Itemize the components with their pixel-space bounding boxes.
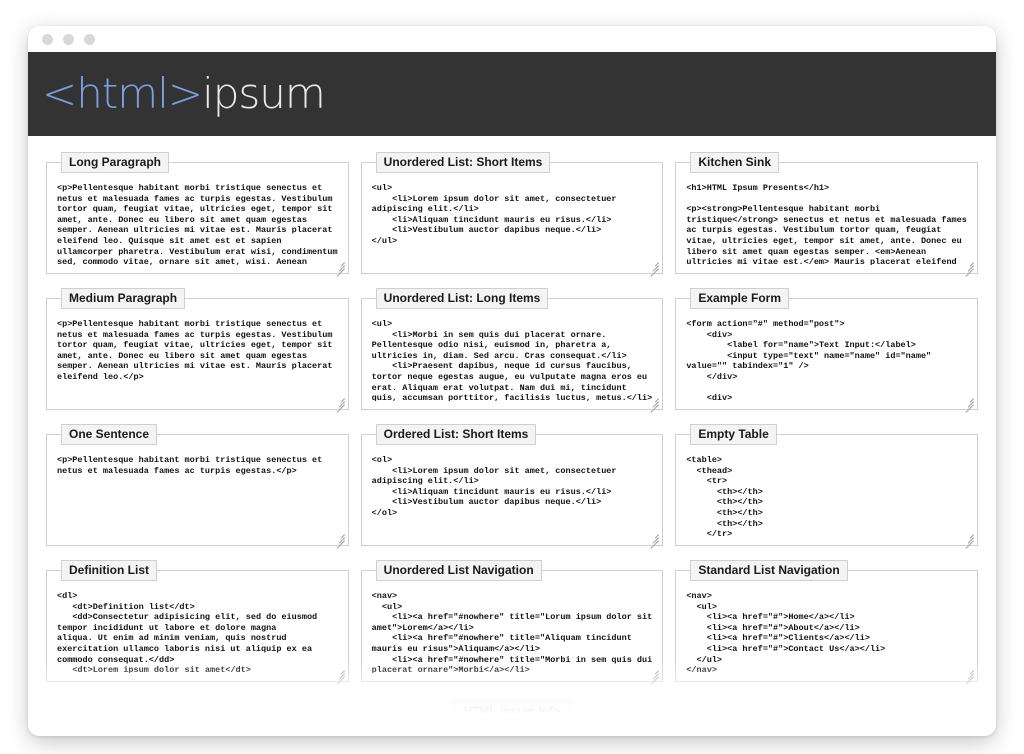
code-textarea[interactable]: <h1>HTML Ipsum Presents</h1> <p><strong>…	[684, 179, 969, 265]
panel-cell: Example Form <form action="#" method="po…	[669, 288, 984, 424]
logo-word-text: ipsum	[202, 69, 326, 118]
resize-grip-icon[interactable]	[648, 667, 660, 685]
resize-grip-icon[interactable]	[648, 395, 660, 413]
panel-cell: Long Paragraph <p>Pellentesque habitant …	[40, 152, 355, 288]
panel-cell-footer: HTML Ipsum Info	[40, 696, 984, 736]
panel-legend: Unordered List: Short Items	[375, 152, 551, 173]
close-dot-icon[interactable]	[42, 33, 53, 45]
code-textarea[interactable]: <ol> <li>Lorem ipsum dolor sit amet, con…	[369, 451, 655, 537]
code-textarea[interactable]: <ul> <li>Morbi in sem quis dui placerat …	[369, 315, 655, 401]
code-textarea[interactable]: <p>Pellentesque habitant morbi tristique…	[55, 451, 340, 537]
panel-kitchen-sink: Kitchen Sink <h1>HTML Ipsum Presents</h1…	[675, 152, 978, 277]
minimize-dot-icon[interactable]	[63, 33, 74, 45]
panel-legend: Empty Table	[690, 424, 777, 445]
panel-long-paragraph: Long Paragraph <p>Pellentesque habitant …	[46, 152, 349, 277]
panel-legend: Standard List Navigation	[690, 560, 848, 581]
logo-bracket-text: <html>	[42, 69, 203, 118]
panel-legend: Ordered List: Short Items	[375, 424, 537, 445]
panel-example-form: Example Form <form action="#" method="po…	[675, 288, 978, 413]
panel-unordered-list-long-items: Unordered List: Long Items <ul> <li>Morb…	[360, 288, 664, 413]
code-textarea[interactable]: <ul> <li>Lorem ipsum dolor sit amet, con…	[369, 179, 655, 265]
code-textarea[interactable]: <p>Pellentesque habitant morbi tristique…	[55, 315, 340, 401]
panel-cell: Empty Table <table> <thead> <tr> <th></t…	[669, 424, 984, 560]
code-textarea[interactable]: <nav> <ul> <li><a href="#nowhere" title=…	[369, 587, 655, 673]
panel-legend: One Sentence	[61, 424, 158, 445]
panel-cell: One Sentence <p>Pellentesque habitant mo…	[40, 424, 355, 560]
code-textarea[interactable]: <form action="#" method="post"> <div> <l…	[684, 315, 969, 401]
resize-grip-icon[interactable]	[963, 667, 974, 685]
panel-legend: Example Form	[690, 288, 790, 309]
panel-cell: Unordered List: Short Items <ul> <li>Lor…	[355, 152, 670, 288]
panel-html-ipsum-info: HTML Ipsum Info	[452, 700, 572, 723]
browser-window: <html>ipsum Long Paragraph <p>Pellentesq…	[28, 26, 996, 736]
panel-cell: Kitchen Sink <h1>HTML Ipsum Presents</h1…	[669, 152, 984, 288]
panel-medium-paragraph: Medium Paragraph <p>Pellentesque habitan…	[46, 288, 349, 413]
resize-grip-icon[interactable]	[334, 667, 345, 685]
panel-cell: Unordered List Navigation <nav> <ul> <li…	[355, 560, 670, 696]
panel-standard-list-navigation: Standard List Navigation <nav> <ul> <li>…	[675, 560, 978, 685]
resize-grip-icon[interactable]	[963, 395, 974, 413]
code-textarea[interactable]: <p>Pellentesque habitant morbi tristique…	[55, 179, 340, 265]
resize-grip-icon[interactable]	[963, 259, 974, 277]
panel-ordered-list-short-items: Ordered List: Short Items <ol> <li>Lorem…	[360, 424, 664, 549]
maximize-dot-icon[interactable]	[84, 33, 95, 45]
panel-unordered-list-short-items: Unordered List: Short Items <ul> <li>Lor…	[360, 152, 664, 277]
panel-legend: Definition List	[61, 560, 157, 581]
window-titlebar	[28, 26, 996, 52]
panel-legend: Long Paragraph	[61, 152, 170, 173]
resize-grip-icon[interactable]	[334, 259, 345, 277]
panel-cell: Standard List Navigation <nav> <ul> <li>…	[669, 560, 984, 696]
panel-definition-list: Definition List <dl> <dt>Definition list…	[46, 560, 349, 685]
panel-legend: Medium Paragraph	[61, 288, 186, 309]
panel-cell: Medium Paragraph <p>Pellentesque habitan…	[40, 288, 355, 424]
panel-legend: Kitchen Sink	[690, 152, 779, 173]
resize-grip-icon[interactable]	[334, 531, 345, 549]
code-textarea[interactable]: <dl> <dt>Definition list</dt> <dd>Consec…	[55, 587, 340, 673]
panel-legend: Unordered List: Long Items	[375, 288, 549, 309]
page-content: Long Paragraph <p>Pellentesque habitant …	[28, 136, 996, 736]
panel-cell: Ordered List: Short Items <ol> <li>Lorem…	[355, 424, 670, 560]
panel-grid: Long Paragraph <p>Pellentesque habitant …	[40, 152, 984, 736]
resize-grip-icon[interactable]	[648, 531, 660, 549]
panel-legend: HTML Ipsum Info	[452, 700, 572, 723]
panel-one-sentence: One Sentence <p>Pellentesque habitant mo…	[46, 424, 349, 549]
panel-cell: Definition List <dl> <dt>Definition list…	[40, 560, 355, 696]
site-logo: <html>ipsum	[42, 73, 326, 115]
resize-grip-icon[interactable]	[963, 531, 974, 549]
site-header: <html>ipsum	[28, 52, 996, 136]
panel-empty-table: Empty Table <table> <thead> <tr> <th></t…	[675, 424, 978, 549]
resize-grip-icon[interactable]	[334, 395, 345, 413]
code-textarea[interactable]: <table> <thead> <tr> <th></th> <th></th>…	[684, 451, 969, 537]
panel-unordered-list-navigation: Unordered List Navigation <nav> <ul> <li…	[360, 560, 664, 685]
resize-grip-icon[interactable]	[648, 259, 660, 277]
code-textarea[interactable]: <nav> <ul> <li><a href="#">Home</a></li>…	[684, 587, 969, 673]
panel-cell: Unordered List: Long Items <ul> <li>Morb…	[355, 288, 670, 424]
panel-legend: Unordered List Navigation	[375, 560, 542, 581]
